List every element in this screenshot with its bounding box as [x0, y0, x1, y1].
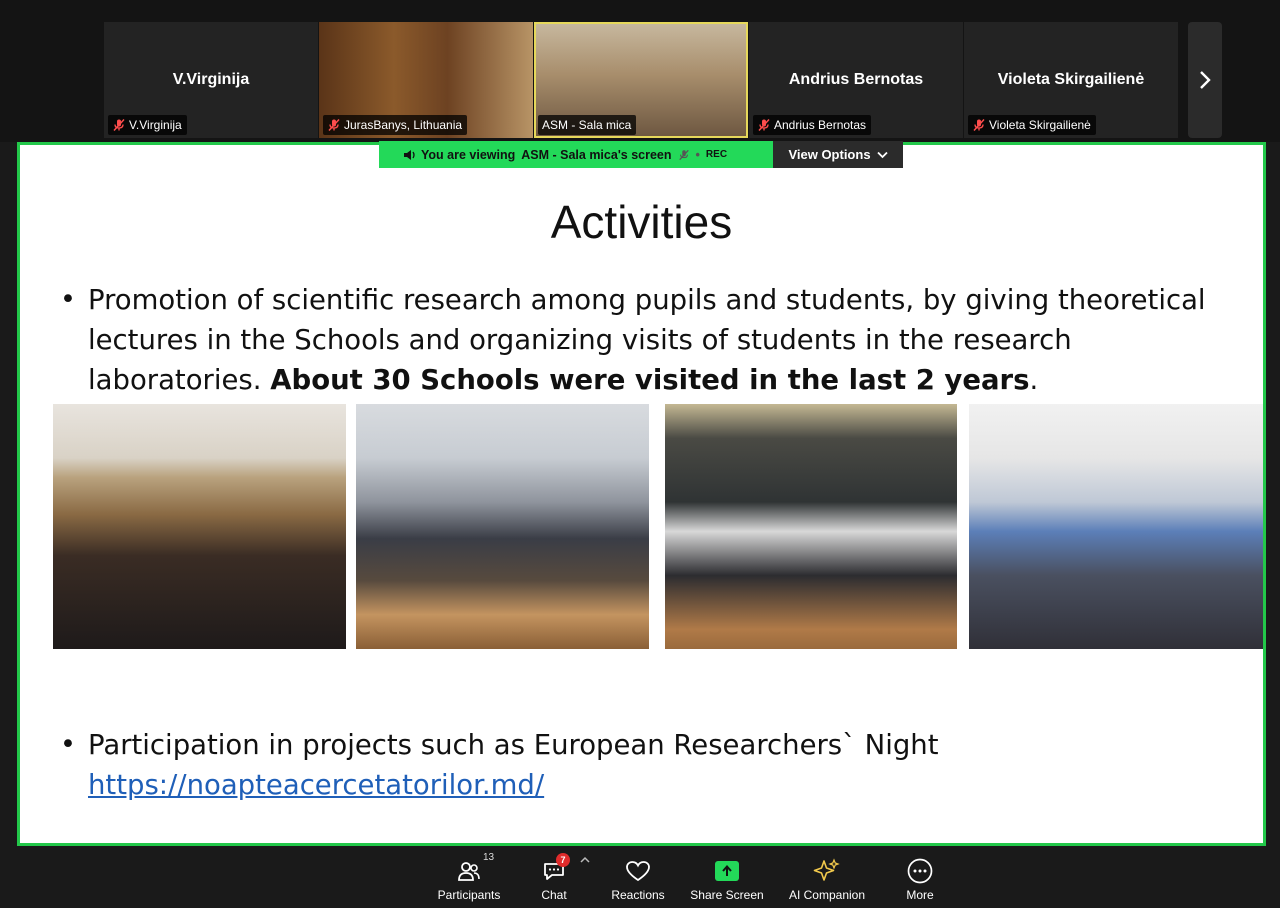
mic-muted-icon: [758, 118, 770, 132]
participant-center-name: Violeta Skirgailienė: [997, 71, 1145, 88]
participant-center-name: V.Virginija: [172, 71, 250, 88]
participant-name: ASM - Sala mica: [542, 118, 632, 132]
more-label: More: [906, 888, 934, 902]
share-screen-button[interactable]: Share Screen: [688, 850, 766, 902]
reactions-label: Reactions: [611, 888, 665, 902]
bullet-2-text: Participation in projects such as Europe…: [88, 729, 939, 761]
view-options-label: View Options: [788, 147, 871, 162]
chevron-right-icon: [1200, 71, 1211, 89]
chat-button[interactable]: 7 Chat: [534, 850, 574, 902]
more-button[interactable]: More: [898, 850, 942, 902]
participant-name: Violeta Skirgailienė: [989, 118, 1091, 132]
bullet-1-end: .: [1029, 364, 1039, 396]
share-screen-icon: [715, 861, 739, 881]
participant-label: JurasBanys, Lithuania: [323, 115, 468, 135]
viewing-prefix: You are viewing: [421, 147, 516, 162]
mic-muted-icon: [113, 118, 125, 132]
mic-muted-icon: [678, 149, 689, 160]
screen-share-banner: You are viewing ASM - Sala mica's screen…: [379, 141, 903, 168]
participant-tile[interactable]: Violeta Skirgailienė Violeta Skirgailien…: [964, 22, 1178, 138]
participants-count: 13: [483, 852, 495, 863]
researchers-night-link[interactable]: https://noapteacercetatorilor.md/: [88, 769, 544, 801]
next-page-button[interactable]: [1188, 22, 1222, 138]
zoom-meeting-window: V.Virginija V.Virginija JurasBanys, Lith…: [0, 0, 1280, 908]
photo-lecture-hall: [53, 404, 346, 649]
participant-strip: V.Virginija V.Virginija JurasBanys, Lith…: [0, 0, 1280, 142]
participant-name: JurasBanys, Lithuania: [344, 118, 463, 132]
participant-label: V.Virginija: [108, 115, 187, 135]
chat-label: Chat: [541, 888, 567, 902]
participant-tile[interactable]: V.Virginija V.Virginija: [104, 22, 318, 138]
slide-bullet-2: • Participation in projects such as Euro…: [60, 725, 1210, 805]
mic-muted-icon: [328, 118, 340, 132]
photo-group-classroom: [356, 404, 649, 649]
participant-video-tile-active-speaker[interactable]: ASM - Sala mica: [534, 22, 748, 138]
recording-indicator: REC: [705, 149, 728, 160]
photo-students-laboratory: [969, 404, 1263, 649]
slide-title: Activities: [550, 196, 733, 248]
more-icon: [907, 858, 933, 884]
shared-screen[interactable]: Activities • Promotion of scientific res…: [17, 142, 1266, 846]
reactions-button[interactable]: Reactions: [608, 850, 668, 902]
participant-tile[interactable]: Andrius Bernotas Andrius Bernotas: [749, 22, 963, 138]
photo-group-chemistry-lab: [665, 404, 957, 649]
participants-button[interactable]: 13 Participants: [436, 850, 502, 902]
chevron-down-icon: [876, 151, 888, 158]
slide-bullet-1: • Promotion of scientific research among…: [60, 280, 1210, 400]
participant-label: ASM - Sala mica: [538, 115, 637, 135]
meeting-toolbar: 13 Participants 7 Chat Reactions Share S…: [0, 846, 1280, 908]
participants-label: Participants: [437, 888, 501, 902]
viewing-name: ASM - Sala mica's screen: [521, 147, 672, 162]
caret-up-icon[interactable]: [580, 856, 590, 864]
mic-muted-icon: [973, 118, 985, 132]
participant-label: Violeta Skirgailienė: [968, 115, 1096, 135]
bullet-1-bold: About 30 Schools were visited in the las…: [270, 364, 1030, 396]
bullet-dot: •: [60, 284, 76, 315]
participant-video-tile[interactable]: JurasBanys, Lithuania: [319, 22, 533, 138]
share-screen-label: Share Screen: [690, 888, 764, 902]
heart-icon: [626, 861, 650, 882]
participant-center-name: Andrius Bernotas: [788, 71, 924, 88]
bullet-dot: •: [60, 729, 76, 760]
viewing-status: You are viewing ASM - Sala mica's screen…: [379, 141, 773, 168]
chat-unread-badge: 7: [556, 853, 570, 867]
participant-name: V.Virginija: [129, 118, 182, 132]
view-options-button[interactable]: View Options: [773, 141, 903, 168]
ai-companion-label: AI Companion: [788, 888, 866, 902]
ai-companion-button[interactable]: AI Companion: [784, 850, 870, 902]
sparkle-icon: [813, 858, 840, 881]
participants-icon: [458, 862, 480, 881]
participant-label: Andrius Bernotas: [753, 115, 872, 135]
speaker-icon: [404, 150, 415, 160]
participant-name: Andrius Bernotas: [774, 118, 867, 132]
